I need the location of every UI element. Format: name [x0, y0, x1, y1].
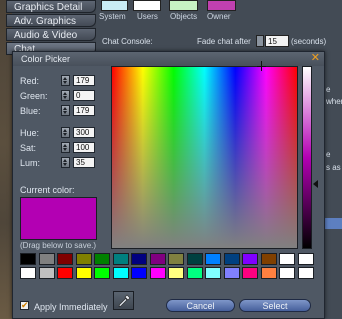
users-color-swatch[interactable]	[133, 0, 161, 11]
red-label: Red:	[20, 76, 40, 86]
saved-color-swatch[interactable]	[20, 267, 36, 279]
saved-color-swatch[interactable]	[186, 253, 203, 265]
system-color-label: System	[99, 12, 126, 21]
saved-color-swatch[interactable]	[186, 267, 203, 279]
peek-text-4: s as	[326, 163, 341, 172]
peek-text-2: when	[326, 97, 342, 106]
close-x-icon[interactable]: ✕	[311, 52, 320, 65]
lum-stepper[interactable]	[61, 157, 70, 168]
green-stepper[interactable]	[61, 90, 70, 101]
lum-label: Lum:	[20, 158, 41, 168]
saved-color-swatch[interactable]	[57, 253, 73, 265]
saved-color-swatch[interactable]	[75, 253, 92, 265]
hue-saturation-palette[interactable]	[111, 66, 298, 249]
saved-color-swatch[interactable]	[38, 267, 55, 279]
current-color-swatch[interactable]	[20, 197, 97, 240]
peek-text-3: e	[326, 150, 331, 159]
saved-color-swatch[interactable]	[242, 253, 258, 265]
system-color-swatch[interactable]	[101, 0, 128, 11]
fade-chat-stepper[interactable]	[256, 35, 264, 47]
saved-color-swatch[interactable]	[94, 267, 110, 279]
tab-graphics-detail[interactable]: Graphics Detail	[6, 0, 96, 13]
saved-color-swatch[interactable]	[297, 253, 314, 265]
owner-color-label: Owner	[207, 12, 231, 21]
color-picker-title: Color Picker	[21, 54, 71, 64]
saved-color-swatch[interactable]	[260, 253, 277, 265]
fade-chat-input[interactable]: 15	[265, 35, 289, 47]
owner-color-swatch[interactable]	[207, 0, 236, 11]
saved-color-swatch[interactable]	[223, 267, 240, 279]
preferences-tab-list: Graphics Detail Adv. Graphics Audio & Vi…	[6, 0, 96, 56]
saved-color-swatch[interactable]	[112, 267, 129, 279]
saved-color-swatch[interactable]	[279, 267, 295, 279]
hue-label: Hue:	[20, 128, 40, 138]
chat-color-swatches: System Users Objects Owner	[99, 0, 342, 24]
peek-text-1: e	[326, 85, 331, 94]
saved-color-swatch[interactable]	[149, 267, 166, 279]
saved-color-swatch[interactable]	[279, 253, 295, 265]
saved-color-swatch[interactable]	[297, 267, 314, 279]
red-stepper[interactable]	[61, 75, 70, 86]
tab-adv-graphics[interactable]: Adv. Graphics	[6, 14, 96, 27]
current-color-label: Current color:	[20, 185, 75, 195]
lum-input[interactable]: 35	[73, 157, 95, 168]
objects-color-swatch[interactable]	[169, 0, 198, 11]
saved-color-swatch[interactable]	[57, 267, 73, 279]
blue-label: Blue:	[20, 106, 41, 116]
seconds-label: (seconds)	[291, 37, 327, 46]
hue-input[interactable]: 300	[73, 127, 95, 138]
blue-stepper[interactable]	[61, 105, 70, 116]
eyedropper-icon	[118, 294, 131, 307]
color-picker-titlebar[interactable]: Color Picker ✕	[13, 52, 324, 66]
saved-color-swatch[interactable]	[205, 253, 221, 265]
luminance-pointer-icon[interactable]	[313, 180, 318, 188]
objects-color-label: Objects	[170, 12, 198, 21]
apply-immediately-checkbox[interactable]: ✔	[20, 300, 29, 310]
select-button[interactable]: Select	[239, 299, 311, 312]
sat-input[interactable]: 100	[73, 142, 95, 153]
saved-color-swatch[interactable]	[205, 267, 221, 279]
saved-color-swatch[interactable]	[38, 253, 55, 265]
eyedropper-button[interactable]	[113, 291, 134, 310]
blue-input[interactable]: 179	[73, 105, 95, 116]
saved-color-swatch[interactable]	[149, 253, 166, 265]
saved-color-swatch[interactable]	[223, 253, 240, 265]
palette-crosshair-horizontal	[257, 66, 266, 67]
red-input[interactable]: 179	[73, 75, 95, 86]
saved-color-swatch[interactable]	[112, 253, 129, 265]
green-label: Green:	[20, 91, 48, 101]
saved-color-swatch[interactable]	[242, 267, 258, 279]
saved-color-swatch[interactable]	[131, 267, 147, 279]
luminance-slider[interactable]	[302, 66, 312, 249]
sat-label: Sat:	[20, 143, 37, 153]
users-color-label: Users	[137, 12, 158, 21]
saved-color-swatch[interactable]	[20, 253, 36, 265]
saved-color-swatch[interactable]	[168, 253, 184, 265]
saved-color-swatch[interactable]	[260, 267, 277, 279]
hue-stepper[interactable]	[61, 127, 70, 138]
cancel-button[interactable]: Cancel	[166, 299, 235, 312]
saved-color-swatch[interactable]	[94, 253, 110, 265]
chat-console-label: Chat Console:	[102, 37, 153, 46]
saved-color-swatch[interactable]	[75, 267, 92, 279]
green-input[interactable]: 0	[73, 90, 95, 101]
saved-color-swatch[interactable]	[168, 267, 184, 279]
apply-immediately-label: Apply Immediately	[34, 302, 108, 312]
checkmark-icon: ✔	[21, 300, 29, 310]
tab-audio-video[interactable]: Audio & Video	[6, 28, 96, 41]
sat-stepper[interactable]	[61, 142, 70, 153]
drag-hint: (Drag below to save.)	[20, 241, 97, 250]
color-picker-window: Color Picker ✕ Red: 179 Green: 0 Blue: 1…	[12, 51, 325, 319]
saved-color-swatch[interactable]	[131, 253, 147, 265]
fade-chat-label: Fade chat after	[197, 37, 251, 46]
